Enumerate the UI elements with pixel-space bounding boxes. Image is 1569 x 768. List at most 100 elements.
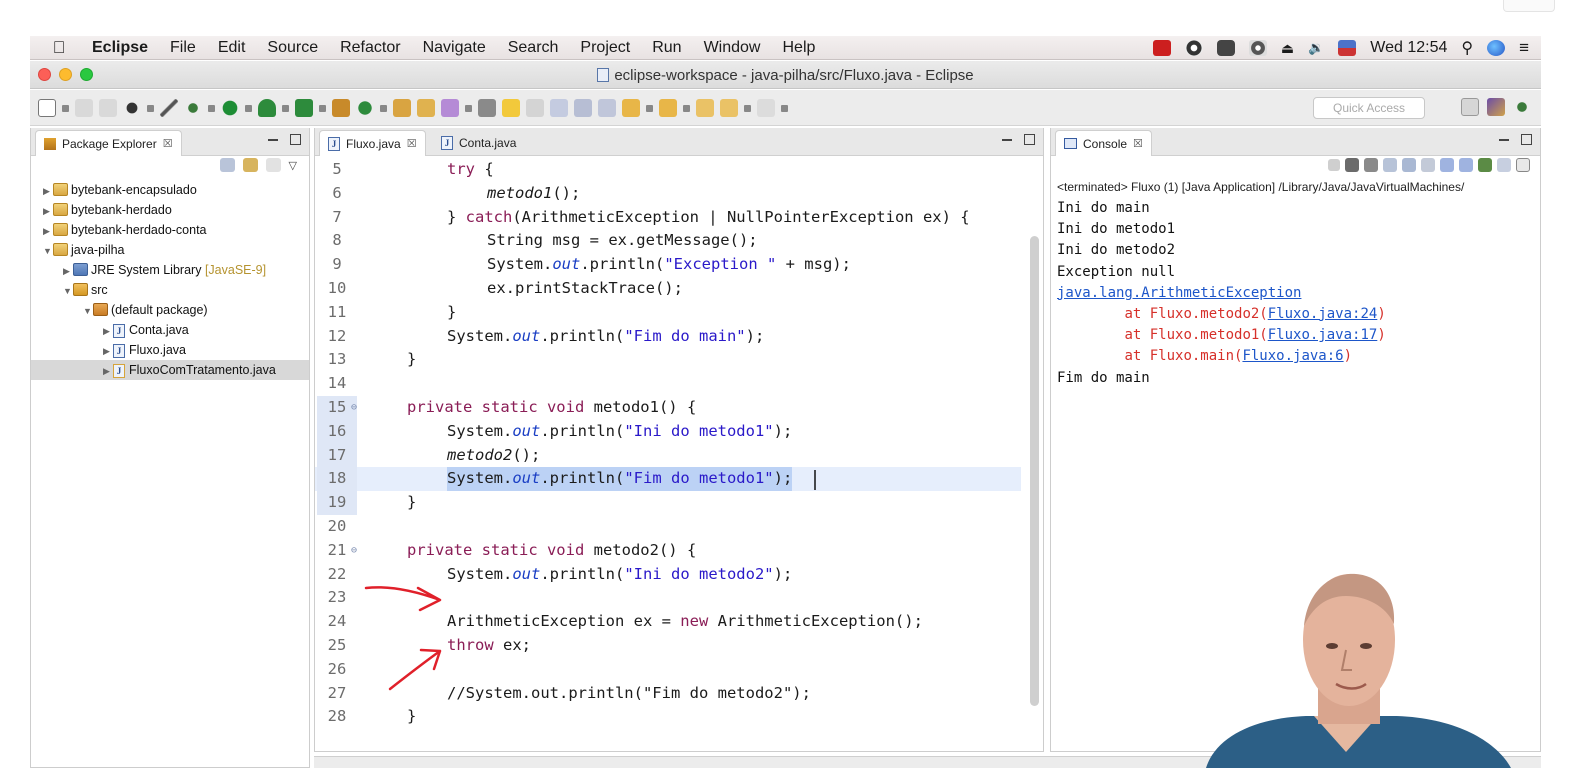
tree-item-bytebank-herdado-conta[interactable]: ▶ bytebank-herdado-conta bbox=[31, 220, 309, 240]
scroll-lock-icon[interactable] bbox=[1402, 158, 1416, 172]
open-task-icon[interactable] bbox=[417, 99, 435, 117]
coverage-icon[interactable] bbox=[258, 99, 276, 117]
fold-icon[interactable]: ⊖ bbox=[351, 539, 357, 563]
dropdown-icon[interactable] bbox=[62, 104, 69, 112]
save-all-icon[interactable] bbox=[99, 99, 117, 117]
pilcrow-icon[interactable] bbox=[598, 99, 616, 117]
menu-source[interactable]: Source bbox=[267, 39, 318, 57]
dropdown-icon[interactable] bbox=[245, 104, 252, 112]
expand-arrow-icon[interactable]: ▶ bbox=[63, 261, 73, 281]
eject-icon[interactable]: ⏏ bbox=[1281, 40, 1294, 57]
debug-perspective-icon[interactable] bbox=[1513, 98, 1531, 116]
stack-frame-link[interactable]: Fluxo.java:17 bbox=[1268, 327, 1378, 343]
next-annotation-icon[interactable] bbox=[622, 99, 640, 117]
quick-access-input[interactable]: Quick Access bbox=[1313, 97, 1425, 119]
display-console-icon[interactable] bbox=[1497, 158, 1511, 172]
collapse-arrow-icon[interactable]: ▼ bbox=[63, 281, 73, 301]
spotlight-search-icon[interactable]: ⚲ bbox=[1461, 38, 1473, 58]
menu-help[interactable]: Help bbox=[782, 39, 815, 57]
recording-icon[interactable] bbox=[1152, 40, 1171, 56]
maximize-icon[interactable] bbox=[290, 134, 301, 145]
eye-icon[interactable] bbox=[1248, 40, 1267, 56]
maximize-icon[interactable] bbox=[1024, 134, 1035, 145]
tree-item-fluxocomtratamento-java[interactable]: ▶ J FluxoComTratamento.java bbox=[31, 360, 309, 380]
tree-item-default-package[interactable]: ▼ (default package) bbox=[31, 300, 309, 320]
maximize-icon[interactable] bbox=[1521, 134, 1532, 145]
fold-icon[interactable]: ⊖ bbox=[351, 396, 357, 420]
tab-conta-java[interactable]: J Conta.java bbox=[433, 130, 524, 156]
external-tools-icon[interactable] bbox=[295, 99, 313, 117]
save-icon[interactable] bbox=[75, 99, 93, 117]
new-java-project-icon[interactable] bbox=[332, 99, 350, 117]
dropdown-icon[interactable] bbox=[208, 104, 215, 112]
tree-item-conta-java[interactable]: ▶ J Conta.java bbox=[31, 320, 309, 340]
expand-arrow-icon[interactable]: ▶ bbox=[103, 341, 113, 361]
expand-arrow-icon[interactable]: ▶ bbox=[43, 221, 53, 241]
siri-icon[interactable] bbox=[1487, 40, 1506, 56]
remove-all-terminated-icon[interactable] bbox=[1364, 158, 1378, 172]
minimize-icon[interactable] bbox=[268, 139, 278, 141]
tab-package-explorer[interactable]: Package Explorer ☒ bbox=[35, 130, 182, 156]
editor-scrollbar[interactable] bbox=[1030, 236, 1039, 706]
console-output[interactable]: Ini do main Ini do metodo1 Ini do metodo… bbox=[1057, 198, 1540, 389]
tree-item-src[interactable]: ▼ src bbox=[31, 280, 309, 300]
skip-breakpoints-icon[interactable] bbox=[160, 99, 178, 117]
tree-item-fluxo-java[interactable]: ▶ J Fluxo.java bbox=[31, 340, 309, 360]
minimize-icon[interactable] bbox=[1499, 139, 1509, 141]
open-perspective-icon[interactable] bbox=[1461, 98, 1479, 116]
dropdown-icon[interactable] bbox=[465, 104, 472, 112]
volume-icon[interactable]: 🔉 bbox=[1308, 40, 1324, 56]
show-whitespace-icon[interactable] bbox=[574, 99, 592, 117]
open-type-icon[interactable] bbox=[393, 99, 411, 117]
dropdown-icon[interactable] bbox=[683, 104, 690, 112]
menu-project[interactable]: Project bbox=[580, 39, 630, 57]
last-edit-icon[interactable] bbox=[696, 99, 714, 117]
tab-console[interactable]: Console ☒ bbox=[1055, 130, 1152, 156]
collapse-all-icon[interactable] bbox=[219, 158, 235, 172]
code-editor[interactable]: 5 try { 6 metodo1(); 7} catch(ArithmeticEx… bbox=[315, 158, 1043, 751]
run-icon[interactable] bbox=[221, 99, 239, 117]
menu-refactor[interactable]: Refactor bbox=[340, 39, 400, 57]
stack-frame-link[interactable]: Fluxo.java:24 bbox=[1268, 306, 1378, 322]
pin-console-icon[interactable] bbox=[1478, 158, 1492, 172]
flag-icon[interactable] bbox=[1338, 40, 1357, 56]
tab-fluxo-java[interactable]: J Fluxo.java ☒ bbox=[319, 130, 426, 156]
link-with-editor-icon[interactable] bbox=[242, 158, 258, 172]
menu-navigate[interactable]: Navigate bbox=[423, 39, 486, 57]
expand-arrow-icon[interactable]: ▶ bbox=[43, 181, 53, 201]
java-perspective-icon[interactable] bbox=[1487, 98, 1505, 116]
menu-edit[interactable]: Edit bbox=[218, 39, 246, 57]
clear-console-icon[interactable] bbox=[1383, 158, 1397, 172]
close-tab-icon[interactable]: ☒ bbox=[163, 137, 173, 150]
mark-occurrences-icon[interactable] bbox=[502, 99, 520, 117]
debug-target-icon[interactable] bbox=[123, 99, 141, 117]
forward-icon[interactable] bbox=[757, 99, 775, 117]
stack-frame-link[interactable]: Fluxo.java:6 bbox=[1242, 348, 1343, 364]
expand-arrow-icon[interactable]: ▶ bbox=[103, 321, 113, 341]
block-selection-icon[interactable] bbox=[526, 99, 544, 117]
word-wrap-icon[interactable] bbox=[550, 99, 568, 117]
menu-search[interactable]: Search bbox=[508, 39, 559, 57]
dropdown-icon[interactable] bbox=[646, 104, 653, 112]
menu-run[interactable]: Run bbox=[652, 39, 681, 57]
show-on-stdout-icon[interactable] bbox=[1440, 158, 1454, 172]
menu-file[interactable]: File bbox=[170, 39, 196, 57]
view-menu-icon[interactable]: ▽ bbox=[289, 159, 297, 172]
creative-cloud-icon[interactable] bbox=[1184, 40, 1203, 56]
focus-active-task-icon[interactable] bbox=[265, 158, 281, 172]
menu-app[interactable]: Eclipse bbox=[92, 39, 148, 57]
debug-icon[interactable] bbox=[184, 99, 202, 117]
open-console-icon[interactable] bbox=[1516, 158, 1530, 172]
previous-annotation-icon[interactable] bbox=[659, 99, 677, 117]
collapse-arrow-icon[interactable]: ▼ bbox=[83, 301, 93, 321]
dropdown-icon[interactable] bbox=[781, 104, 788, 112]
apple-icon[interactable]:  bbox=[44, 38, 74, 58]
dropdown-icon[interactable] bbox=[282, 104, 289, 112]
tree-item-java-pilha[interactable]: ▼ java-pilha bbox=[31, 240, 309, 260]
menu-window[interactable]: Window bbox=[704, 39, 761, 57]
remove-launch-icon[interactable] bbox=[1345, 158, 1359, 172]
dropdown-icon[interactable] bbox=[380, 104, 387, 112]
minimize-icon[interactable] bbox=[1002, 139, 1012, 141]
dropdown-icon[interactable] bbox=[744, 104, 751, 112]
terminate-icon[interactable] bbox=[1328, 159, 1340, 171]
